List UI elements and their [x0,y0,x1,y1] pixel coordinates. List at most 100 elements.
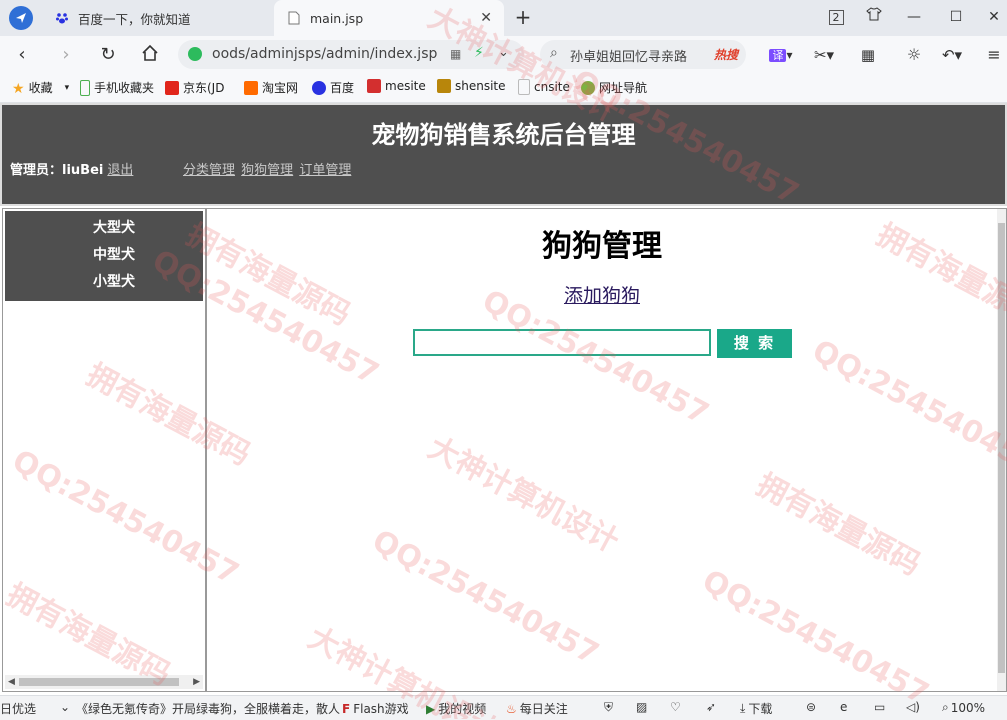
add-dog-container: 添加狗狗 [207,281,997,308]
reload-button[interactable]: ↻ [96,44,120,66]
search-icon: ⌕ [550,45,558,61]
bookmark-mesite[interactable]: mesite [367,79,426,93]
chevron-down-icon[interactable]: ⌄ [60,700,70,714]
zoom-icon: ⌕ [942,700,949,714]
page-icon [286,10,302,26]
qr-code-icon[interactable]: ▦ [450,47,461,61]
vertical-scrollbar[interactable] [997,209,1006,691]
jd-icon [165,80,179,95]
taobao-icon [244,80,258,95]
baidu-icon [312,80,326,95]
apps-grid-icon[interactable]: ▦ [856,44,880,66]
flash-games[interactable]: F Flash游戏 [342,700,409,717]
minimize-button[interactable]: — [902,6,926,28]
download-icon: ⤓ [740,701,746,715]
nav-dog-management[interactable]: 狗狗管理 [241,163,293,178]
new-tab-button[interactable]: + [512,6,534,28]
scrollbar-thumb[interactable] [19,678,179,686]
status-bar: 日优选 ⌄ 《绿色无氪传奇》开局绿毒狗，全服横着走，散人 F Flash游戏 ▶ 我… [0,695,1007,720]
baidu-paw-icon [54,10,70,26]
logout-link[interactable]: 退出 [107,163,133,178]
phone-icon [80,79,90,96]
tab-baidu[interactable]: 百度一下，你就知道 [46,0,272,36]
window-count-badge[interactable]: 2 [824,6,848,28]
undo-icon[interactable]: ↶▾ [940,44,964,66]
star-icon: ★ [12,80,25,97]
tab-strip: 百度一下，你就知道 main.jsp ✕ + 2 — ☐ ✕ [0,0,1007,36]
zoom-control[interactable]: ⌕ 100% [942,700,985,715]
flash-icon: F [342,701,351,716]
menu-icon[interactable]: ≡ [982,44,1006,66]
category-medium-dog[interactable]: 中型犬 [5,242,203,269]
close-window-button[interactable]: ✕ [982,6,1006,28]
ie-icon[interactable]: e [840,700,847,714]
chevron-down-icon[interactable]: ⌄ [498,45,509,60]
brightness-icon[interactable]: ☼ [902,44,926,66]
horizontal-scrollbar[interactable]: ◀ ▶ [5,675,203,689]
status-left-text[interactable]: 日优选 [0,700,36,717]
bookmark-cnsite[interactable]: cnsite [518,79,570,95]
shirt-icon[interactable] [862,6,886,28]
shensite-icon [437,79,451,93]
admin-info: 管理员：liuBei 退出 [10,159,133,178]
page-icon [518,79,530,95]
mesite-icon [367,79,381,93]
system-title: 宠物狗销售系统后台管理 [371,121,636,149]
bookmark-favorites[interactable]: ★ 收藏 ▾ [12,79,69,97]
scroll-left-icon[interactable]: ◀ [8,675,15,689]
bookmark-mobile[interactable]: 手机收藏夹 [80,79,154,96]
cookie-icon[interactable]: ⊜ [806,700,816,714]
bookmark-jd[interactable]: 京东(JD [165,79,224,96]
bookmarks-bar: ★ 收藏 ▾ 手机收藏夹 京东(JD 淘宝网 百度 mesite shensite … [0,74,1007,103]
bookmark-taobao[interactable]: 淘宝网 [244,79,298,96]
category-small-dog[interactable]: 小型犬 [5,269,203,296]
translate-button[interactable]: 译 ▾ [766,44,796,66]
category-large-dog[interactable]: 大型犬 [5,215,203,242]
home-icon[interactable] [138,44,162,66]
share-icon[interactable]: ➶ [706,700,716,714]
address-bar[interactable]: oods/adminjsps/admin/index.jsp ▦ ⚡ ⌄ [178,40,524,69]
tab-label: 百度一下，你就知道 [78,11,191,27]
maximize-button[interactable]: ☐ [944,6,968,28]
daily-focus[interactable]: ♨ 每日关注 [506,700,568,717]
close-tab-icon[interactable]: ✕ [480,10,492,26]
search-text[interactable]: 孙卓姐姐回忆寻亲路 [570,46,687,65]
browser-logo-icon[interactable] [9,6,33,30]
page-title: 狗狗管理 [542,229,662,264]
admin-header-frame: 宠物狗销售系统后台管理 管理员：liuBei 退出 分类管理 狗狗管理 订单管理 [0,103,1007,206]
nav-category-management[interactable]: 分类管理 [183,163,235,178]
admin-label: 管理员：liuBei [10,163,104,178]
forward-button[interactable]: › [54,44,78,66]
main-content-frame: 狗狗管理 添加狗狗 搜 索 [206,208,1007,692]
address-text[interactable]: oods/adminjsps/admin/index.jsp [212,46,437,62]
bookmark-shensite[interactable]: shensite [437,79,506,93]
heart-icon[interactable]: ♡ [670,700,681,714]
tab-main-jsp[interactable]: main.jsp ✕ [274,0,504,36]
scrollbar-thumb[interactable] [998,223,1005,673]
shield-icon[interactable]: ⛨ [604,700,613,715]
back-button[interactable]: ‹ [10,44,34,66]
secure-shield-icon [188,47,202,61]
dog-search-input[interactable] [413,329,711,356]
bookmark-baidu[interactable]: 百度 [312,79,354,96]
admin-nav: 分类管理 狗狗管理 订单管理 [183,159,353,178]
tab-label: main.jsp [310,10,364,26]
bookmark-nav[interactable]: 网址导航 [581,79,647,96]
nav-icon [581,80,595,95]
my-videos[interactable]: ▶ 我的视频 [426,700,486,717]
category-sidebar-frame: 大型犬 中型犬 小型犬 ◀ ▶ [2,208,206,692]
search-button[interactable]: 搜 索 [717,329,792,358]
download-button[interactable]: ⤓ 下载 [740,700,772,717]
browser-search-box[interactable]: ⌕ 孙卓姐姐回忆寻亲路 热搜 [540,40,746,69]
scroll-right-icon[interactable]: ▶ [193,675,200,689]
window-icon[interactable]: ▭ [874,700,885,714]
hot-search-badge: 热搜 [713,48,738,62]
navigation-bar: ‹ › ↻ oods/adminjsps/admin/index.jsp ▦ ⚡… [0,36,1007,74]
image-icon[interactable]: ▨ [636,700,647,714]
lightning-icon[interactable]: ⚡ [474,45,484,61]
news-ticker[interactable]: 《绿色无氪传奇》开局绿毒狗，全服横着走，散人 [76,700,340,717]
volume-icon[interactable]: ◁) [906,700,920,714]
nav-order-management[interactable]: 订单管理 [299,163,351,178]
scissors-icon[interactable]: ✂▾ [812,44,836,66]
add-dog-link[interactable]: 添加狗狗 [564,285,640,307]
